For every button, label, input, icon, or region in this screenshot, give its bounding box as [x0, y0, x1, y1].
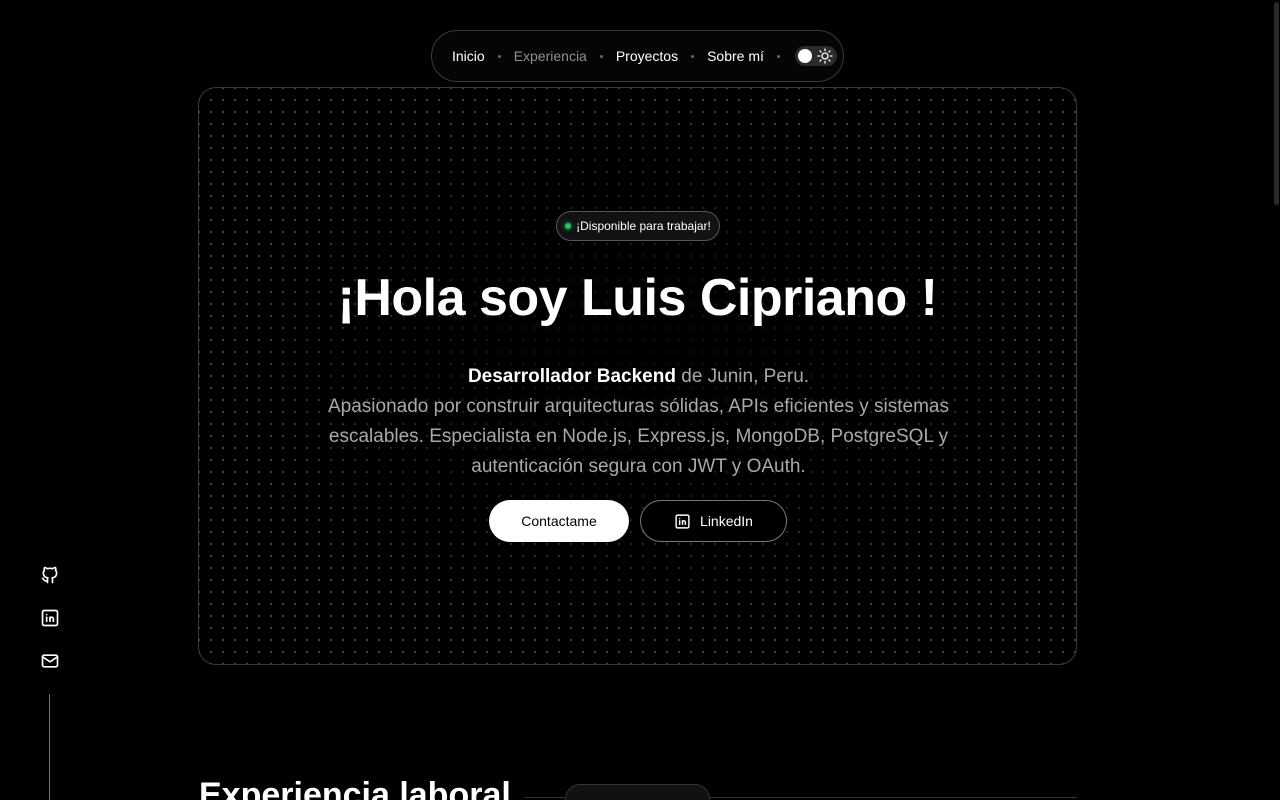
github-icon [41, 566, 58, 584]
sun-icon [817, 48, 833, 64]
linkedin-icon [675, 513, 690, 529]
nav-separator [691, 54, 695, 58]
theme-toggle[interactable] [794, 46, 837, 66]
nav-separator [776, 54, 780, 58]
portfolio-page: Inicio Experiencia Proyectos Sobre mí ¡D… [0, 0, 1280, 800]
social-divider-line [49, 694, 50, 800]
location-text: de Junin, Peru. [681, 366, 810, 387]
experience-section-title: Experiencia laboral [199, 776, 511, 800]
scrollbar[interactable] [1272, 0, 1280, 800]
hero-description: Desarrollador Backend de Junin, Peru. Ap… [299, 362, 978, 482]
top-nav: Inicio Experiencia Proyectos Sobre mí [431, 30, 844, 82]
contact-button[interactable]: Contactame [489, 500, 629, 542]
hero-title: ¡Hola soy Luis Cipriano ! [337, 269, 939, 327]
nav-item-inicio[interactable]: Inicio [452, 48, 485, 64]
nav-item-proyectos[interactable]: Proyectos [616, 48, 678, 64]
linkedin-icon [41, 609, 59, 627]
hero-card: ¡Disponible para trabajar! ¡Hola soy Lui… [198, 87, 1077, 665]
nav-separator [497, 54, 501, 58]
toggle-knob [797, 49, 812, 63]
social-links [40, 565, 60, 694]
nav-separator [599, 54, 603, 58]
hero-actions: Contactame LinkedIn [489, 500, 787, 542]
linkedin-button-label: LinkedIn [700, 513, 753, 529]
role-text: Desarrollador Backend [467, 366, 676, 387]
availability-badge: ¡Disponible para trabajar! [556, 211, 720, 241]
bio-text: Apasionado por construir arquitecturas s… [328, 396, 949, 477]
status-dot [565, 223, 572, 229]
nav-item-sobre-mi[interactable]: Sobre mí [707, 48, 764, 64]
linkedin-button[interactable]: LinkedIn [640, 500, 787, 542]
github-link[interactable] [40, 565, 60, 585]
mail-link[interactable] [40, 651, 60, 671]
mail-icon [41, 654, 59, 668]
availability-text: ¡Disponible para trabajar! [576, 219, 711, 233]
linkedin-link[interactable] [40, 608, 60, 628]
nav-item-experiencia[interactable]: Experiencia [514, 48, 587, 64]
scrollbar-thumb[interactable] [1274, 2, 1279, 205]
section-tabs-pill [565, 784, 710, 800]
